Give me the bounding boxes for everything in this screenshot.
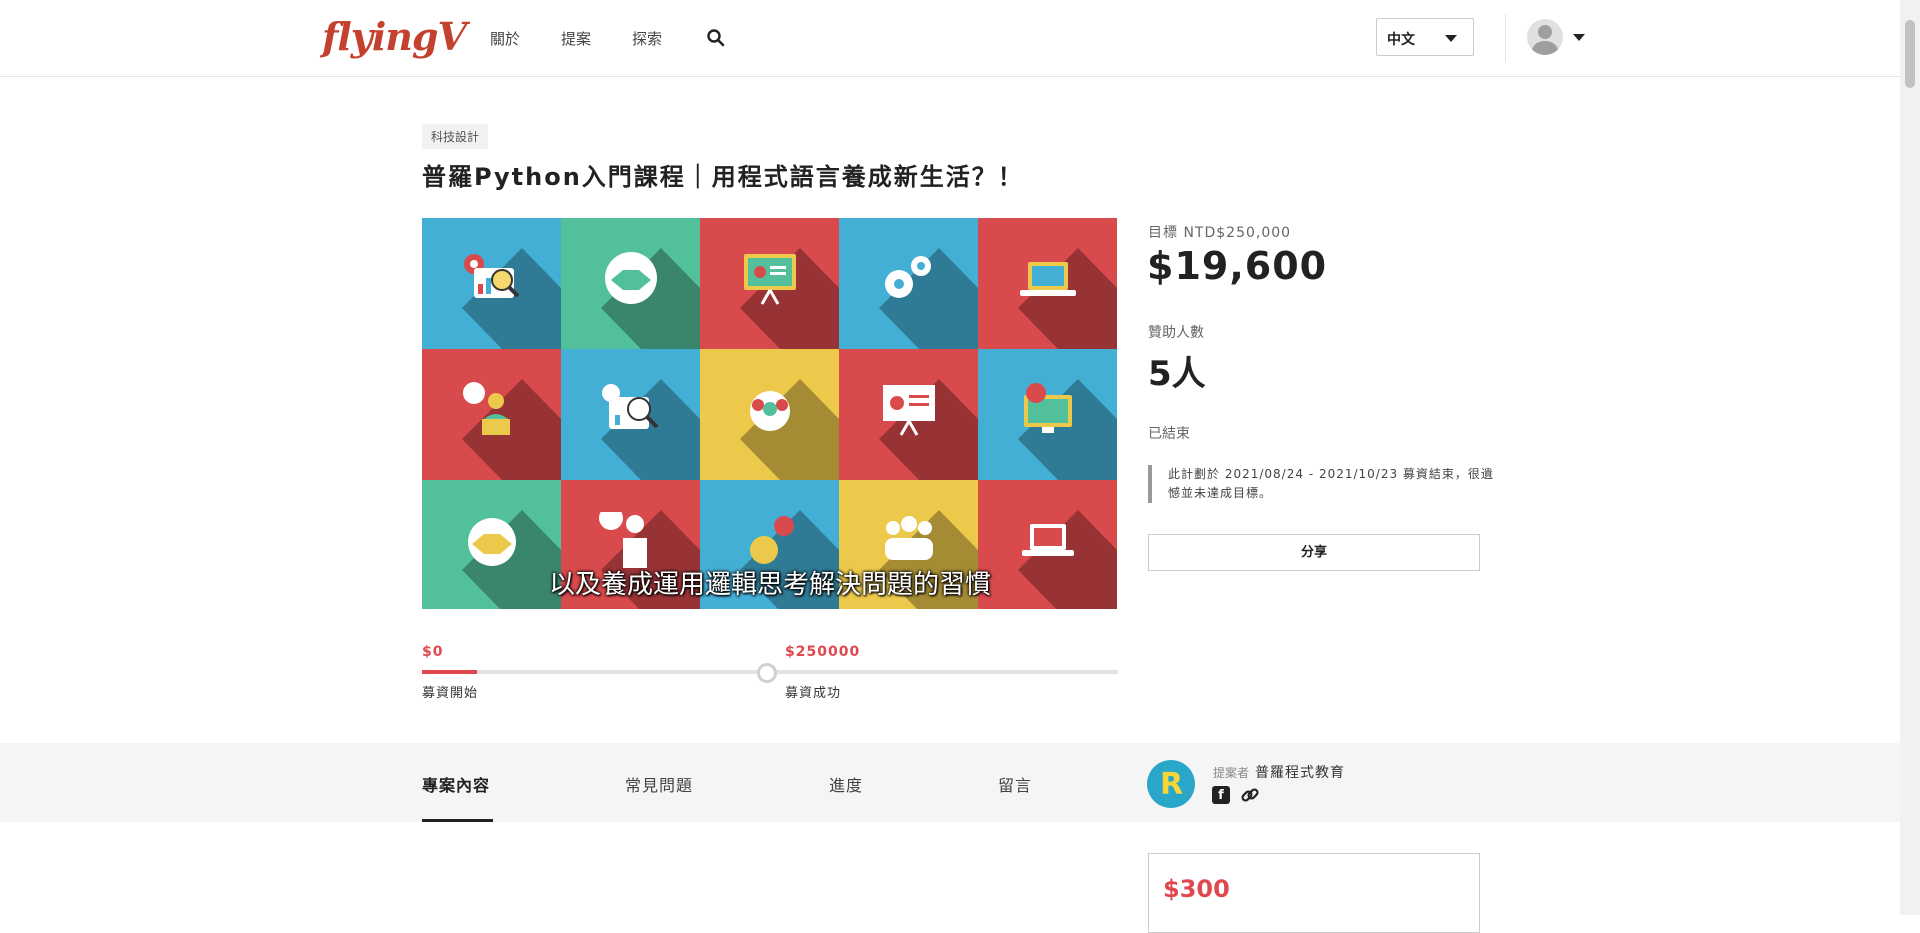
owner-label: 提案者 <box>1213 766 1250 780</box>
backers-label: 贊助人數 <box>1148 325 1204 341</box>
tab-faq[interactable]: 常見問題 <box>625 772 693 796</box>
progress-start-amount: $0 <box>422 644 444 660</box>
nav-propose[interactable]: 提案 <box>561 28 591 49</box>
project-title: 普羅Python入門課程｜用程式語言養成新生活？！ <box>422 163 1024 191</box>
chevron-down-icon <box>1445 35 1457 42</box>
tab-updates[interactable]: 進度 <box>829 772 863 796</box>
tab-comments[interactable]: 留言 <box>998 772 1032 796</box>
search-icon[interactable] <box>706 28 726 48</box>
category-badge[interactable]: 科技設計 <box>422 124 489 149</box>
scrollbar-thumb[interactable] <box>1905 20 1915 88</box>
progress-start-label: 募資開始 <box>422 686 479 701</box>
progress-goal-amount: $250000 <box>785 644 861 660</box>
reward-amount: $300 <box>1163 875 1230 903</box>
user-avatar[interactable] <box>1527 19 1563 55</box>
monitor-lock-icon <box>1024 383 1072 433</box>
video-tile <box>561 218 700 349</box>
owner-avatar[interactable]: R <box>1147 760 1195 808</box>
gears-icon <box>750 516 794 564</box>
owner-name[interactable]: 普羅程式教育 <box>1255 762 1345 782</box>
backers-count: 5人 <box>1148 354 1206 394</box>
page-scrollbar[interactable] <box>1900 0 1920 915</box>
handshake-icon <box>468 518 516 566</box>
presentation-icon <box>883 385 935 436</box>
user-menu-caret-icon[interactable] <box>1573 34 1585 41</box>
project-video[interactable]: 以及養成運用邏輯思考解決問題的習慣 <box>422 218 1118 609</box>
site-header: flyingV 關於 提案 探索 中文 <box>0 0 1900 77</box>
laptop-icon <box>1022 524 1074 556</box>
video-tile <box>561 349 700 480</box>
owner-logo-letter: R <box>1160 767 1184 802</box>
group-icon <box>885 516 933 560</box>
person-chat-icon <box>463 382 510 435</box>
link-icon[interactable] <box>1240 785 1260 805</box>
language-value: 中文 <box>1387 32 1415 48</box>
handshake-icon <box>605 252 657 304</box>
video-tile <box>978 218 1117 349</box>
content-tabbar <box>0 743 1900 822</box>
laptop-icon <box>1020 262 1076 296</box>
video-tile <box>839 349 978 480</box>
analytics-gear-icon <box>464 254 520 298</box>
progress-goal-marker <box>757 663 777 683</box>
video-tile <box>422 218 561 349</box>
person-chat-icon <box>599 512 647 568</box>
raised-amount: $19,600 <box>1147 244 1328 288</box>
video-tile <box>422 349 561 480</box>
video-tile <box>839 218 978 349</box>
video-tile <box>978 349 1117 480</box>
facebook-icon[interactable]: f <box>1212 786 1230 804</box>
team-icon <box>750 391 790 431</box>
goal-label: 目標 NTD$250,000 <box>1148 225 1292 241</box>
analytics-magnifier-icon <box>602 384 659 429</box>
gears-icon <box>885 256 931 298</box>
header-divider <box>1505 14 1506 62</box>
nav-explore[interactable]: 探索 <box>632 28 662 49</box>
video-subtitle: 以及養成運用邏輯思考解決問題的習慣 <box>548 570 991 600</box>
share-button[interactable]: 分享 <box>1148 534 1480 571</box>
nav-about[interactable]: 關於 <box>490 28 520 49</box>
video-tile <box>700 349 839 480</box>
presentation-board-icon <box>744 254 796 305</box>
video-tile <box>700 218 839 349</box>
campaign-note: 此計劃於 2021/08/24 - 2021/10/23 募資結束，很遺憾並未達… <box>1148 465 1498 503</box>
active-tab-underline <box>422 819 493 822</box>
flyingv-logo[interactable]: flyingV <box>322 14 467 59</box>
language-select[interactable]: 中文 <box>1376 18 1474 56</box>
progress-fill <box>422 670 477 674</box>
tab-project-content[interactable]: 專案內容 <box>422 772 490 796</box>
progress-goal-label: 募資成功 <box>785 686 842 701</box>
campaign-status: 已結束 <box>1148 426 1190 442</box>
